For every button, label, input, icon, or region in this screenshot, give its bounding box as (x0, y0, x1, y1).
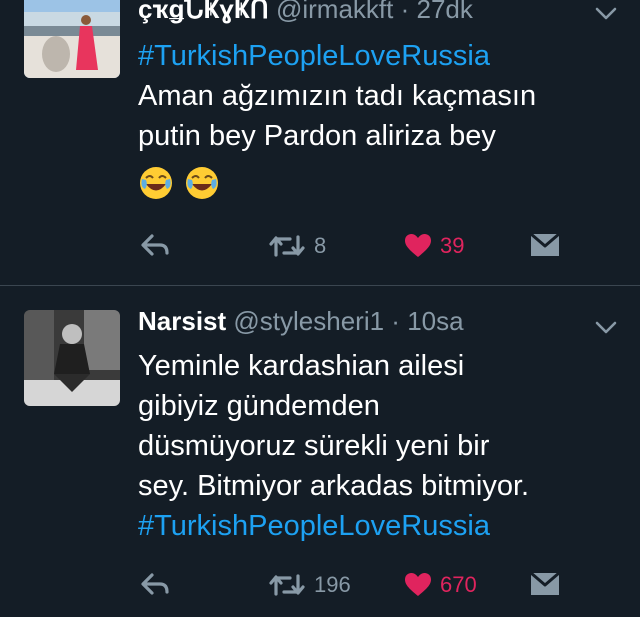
like-button[interactable]: 39 (404, 233, 464, 259)
direct-message-icon (530, 572, 560, 595)
direct-message-icon (530, 233, 560, 256)
reply-button[interactable] (140, 233, 170, 257)
user-handle[interactable]: @irmakkft (276, 0, 393, 24)
reply-icon (141, 234, 169, 256)
display-name[interactable]: çҡǥՆҜɣҜՈ (138, 0, 269, 24)
like-button[interactable]: 670 (404, 572, 477, 598)
like-count: 670 (440, 572, 477, 597)
emoji-line (138, 156, 618, 210)
direct-message-button[interactable] (530, 572, 560, 596)
retweet-count: 196 (314, 572, 351, 597)
tweet-actions: 196 670 (0, 572, 640, 608)
face-with-tears-of-joy-icon (186, 167, 218, 200)
timestamp[interactable]: 10sa (407, 306, 463, 336)
hashtag-link[interactable]: #TurkishPeopleLoveRussia (138, 506, 618, 546)
reply-icon (141, 573, 169, 595)
reply-button[interactable] (140, 572, 170, 596)
avatar[interactable] (24, 0, 120, 78)
tweet-text-line: Aman ağzımızın tadı kaçmasın (138, 80, 537, 112)
tweet-text-line: gibiyiz gündemden (138, 390, 380, 422)
timestamp[interactable]: 27dk (417, 0, 473, 24)
face-with-tears-of-joy-icon (140, 167, 172, 200)
tweet-actions: 8 39 (0, 233, 640, 269)
tweet-header: Narsist @stylesheri1 · 10sa (138, 306, 464, 340)
heart-icon (405, 573, 431, 596)
like-count: 39 (440, 233, 465, 258)
tweet-text-line: düsmüyoruz sürekli yeni bir (138, 430, 490, 462)
tweet-header: çҡǥՆҜɣҜՈ @irmakkft · 27dk (138, 0, 473, 28)
chevron-down-icon[interactable] (594, 6, 618, 22)
display-name[interactable]: Narsist (138, 306, 226, 336)
tweet[interactable]: Narsist @stylesheri1 · 10sa Yeminle kard… (0, 286, 640, 617)
chevron-down-icon[interactable] (594, 320, 618, 336)
user-handle[interactable]: @stylesheri1 (233, 306, 384, 336)
tweet-text-line: Yeminle kardashian ailesi (138, 350, 465, 382)
retweet-icon (269, 574, 305, 596)
avatar[interactable] (24, 310, 120, 406)
retweet-icon (269, 235, 305, 257)
hashtag-link[interactable]: #TurkishPeopleLoveRussia (138, 36, 618, 76)
tweet-text-line: putin bey Pardon aliriza bey (138, 120, 496, 152)
retweet-button[interactable]: 196 (268, 572, 351, 598)
separator-dot: · (391, 306, 400, 336)
tweet-text: Yeminle kardashian ailesi gibiyiz gündem… (138, 346, 618, 546)
retweet-button[interactable]: 8 (268, 233, 326, 259)
tweet-text: #TurkishPeopleLoveRussia Aman ağzımızın … (138, 36, 618, 210)
separator-dot: · (400, 0, 410, 24)
direct-message-button[interactable] (530, 233, 560, 257)
tweet[interactable]: çҡǥՆҜɣҜՈ @irmakkft · 27dk #TurkishPeople… (0, 0, 640, 285)
heart-icon (405, 234, 431, 257)
retweet-count: 8 (314, 233, 327, 258)
tweet-text-line: sey. Bitmiyor arkadas bitmiyor. (138, 470, 530, 502)
